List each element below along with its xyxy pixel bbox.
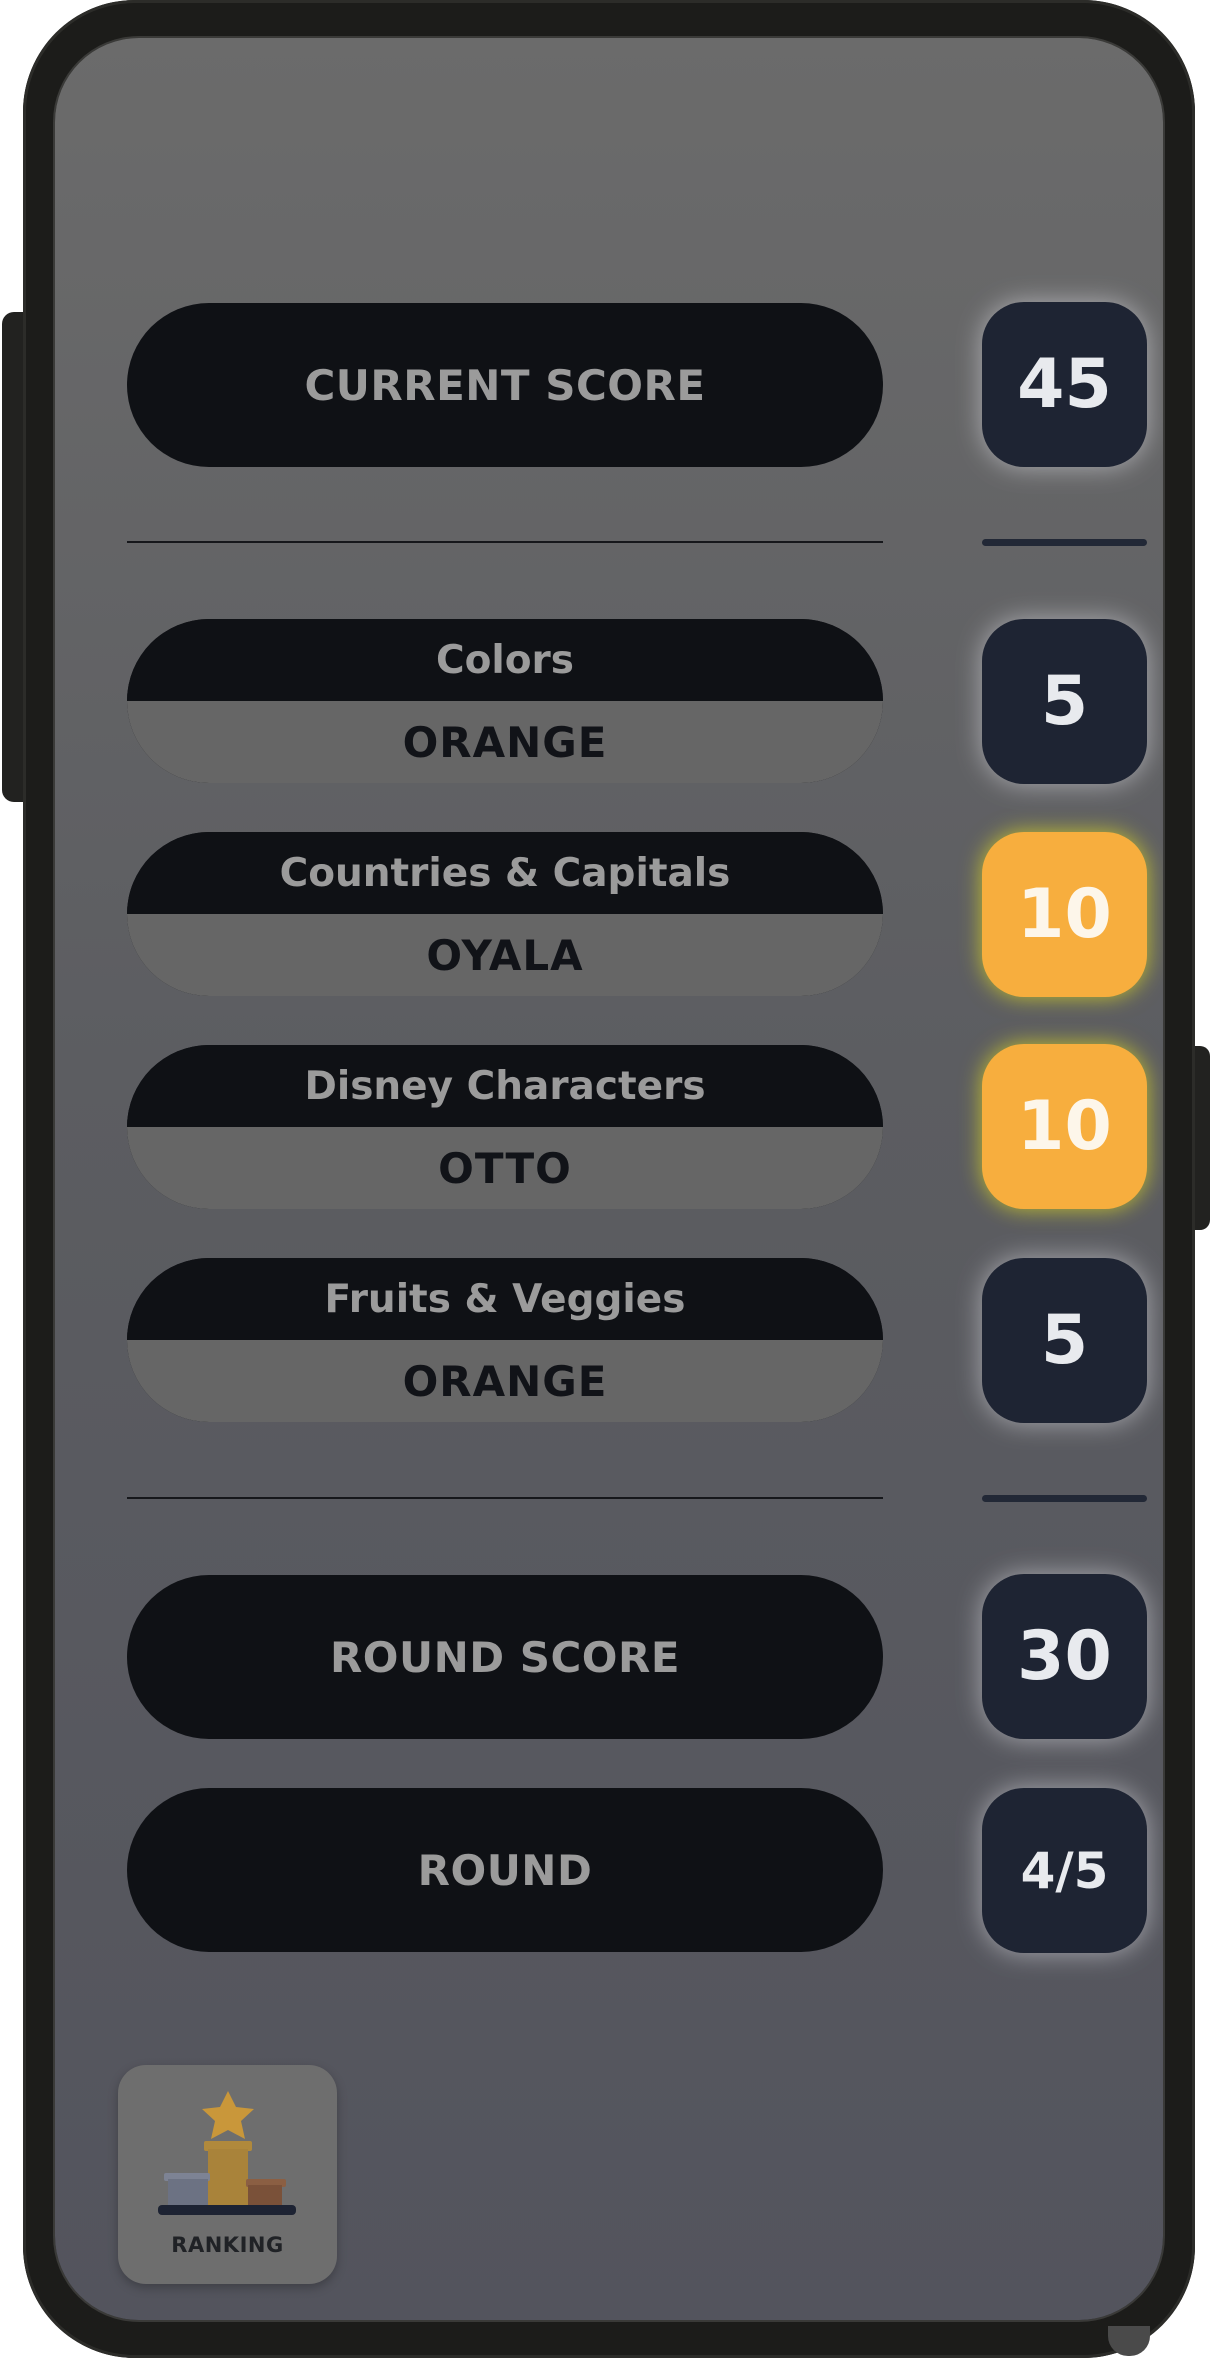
ranking-button[interactable]: RANKING — [118, 2065, 337, 2284]
divider-top — [127, 541, 883, 543]
category-row-fruits-veggies: Fruits & Veggies ORANGE — [127, 1258, 883, 1422]
category-row-colors: Colors ORANGE — [127, 619, 883, 783]
round-badge: 4/5 — [982, 1788, 1147, 1953]
round-score-label: ROUND SCORE — [329, 1632, 681, 1682]
category-answer: ORANGE — [127, 1340, 883, 1422]
podium-star-icon — [158, 2091, 296, 2215]
category-points-badge: 5 — [982, 1258, 1147, 1423]
current-score-badge: 45 — [982, 302, 1147, 467]
category-points-badge: 5 — [982, 619, 1147, 784]
category-answer: ORANGE — [127, 701, 883, 783]
category-answer: OTTO — [127, 1127, 883, 1209]
round-label: ROUND — [417, 1845, 593, 1895]
category-row-disney-characters: Disney Characters OTTO — [127, 1045, 883, 1209]
round-score-badge: 30 — [982, 1574, 1147, 1739]
phone-frame: CURRENT SCORE 45 Colors ORANGE 5 Countri… — [23, 0, 1195, 2358]
current-score-label: CURRENT SCORE — [304, 360, 706, 410]
divider-bottom — [127, 1497, 883, 1499]
category-name: Disney Characters — [127, 1045, 883, 1127]
ranking-label: RANKING — [171, 2233, 284, 2257]
category-name: Countries & Capitals — [127, 832, 883, 914]
category-answer: OYALA — [127, 914, 883, 996]
round-pill: ROUND — [127, 1788, 883, 1952]
category-row-countries-capitals: Countries & Capitals OYALA — [127, 832, 883, 996]
phone-screen: CURRENT SCORE 45 Colors ORANGE 5 Countri… — [55, 38, 1163, 2320]
divider-bottom-badge — [982, 1495, 1147, 1502]
category-points-badge-highlighted: 10 — [982, 1044, 1147, 1209]
category-name: Colors — [127, 619, 883, 701]
category-points-badge-highlighted: 10 — [982, 832, 1147, 997]
divider-top-badge — [982, 539, 1147, 546]
round-score-pill: ROUND SCORE — [127, 1575, 883, 1739]
current-score-pill: CURRENT SCORE — [127, 303, 883, 467]
category-name: Fruits & Veggies — [127, 1258, 883, 1340]
